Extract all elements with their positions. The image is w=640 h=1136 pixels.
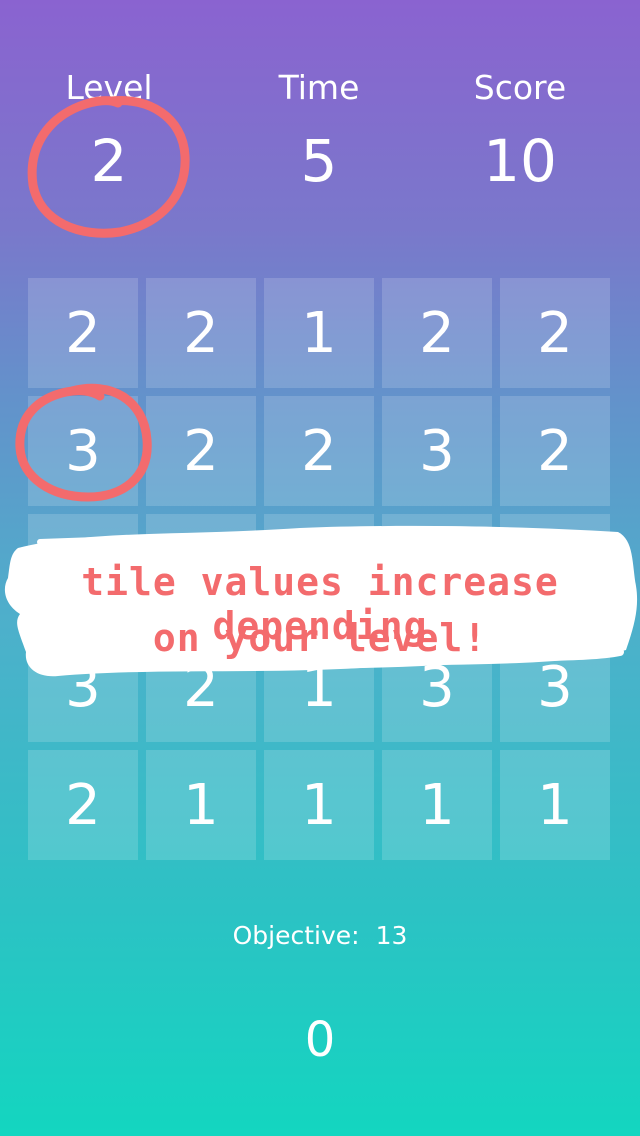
tile[interactable]: 3 — [28, 632, 138, 742]
tile[interactable] — [264, 514, 374, 624]
tile[interactable]: 2 — [146, 632, 256, 742]
game-screen: Level 2 Time 5 Score 10 2 2 1 2 2 3 2 2 … — [0, 0, 640, 1136]
score-stat: Score 10 — [420, 60, 620, 206]
tile[interactable] — [500, 514, 610, 624]
objective-label: Objective: — [232, 921, 360, 950]
level-stat: Level 2 — [9, 60, 209, 206]
tile[interactable]: 2 — [264, 396, 374, 506]
level-label: Level — [65, 68, 153, 107]
time-label: Time — [278, 68, 360, 107]
tile[interactable]: 1 — [264, 750, 374, 860]
objective-line: Objective: 13 — [0, 916, 640, 956]
tile[interactable]: 1 — [382, 750, 492, 860]
tile[interactable]: 2 — [382, 278, 492, 388]
tile[interactable] — [146, 514, 256, 624]
time-stat: Time 5 — [219, 60, 419, 206]
tile[interactable]: 3 — [28, 396, 138, 506]
tile[interactable]: 3 — [382, 396, 492, 506]
tile[interactable]: 2 — [500, 278, 610, 388]
tile[interactable]: 1 — [264, 632, 374, 742]
tile[interactable]: 2 — [500, 396, 610, 506]
level-value: 2 — [90, 127, 128, 195]
tile[interactable]: 1 — [264, 278, 374, 388]
tile[interactable]: 2 — [28, 278, 138, 388]
score-value: 10 — [483, 127, 557, 195]
tile[interactable]: 2 — [28, 750, 138, 860]
tile[interactable]: 3 — [500, 632, 610, 742]
tile[interactable] — [28, 514, 138, 624]
objective-value: 13 — [375, 921, 408, 950]
tile[interactable]: 2 — [146, 396, 256, 506]
tile[interactable] — [382, 514, 492, 624]
tile[interactable]: 2 — [146, 278, 256, 388]
tile[interactable]: 1 — [146, 750, 256, 860]
tile[interactable]: 1 — [500, 750, 610, 860]
time-value: 5 — [300, 127, 338, 195]
score-label: Score — [473, 68, 567, 107]
tile-board: 2 2 1 2 2 3 2 2 3 2 3 2 1 3 3 2 1 1 1 1 — [28, 278, 610, 860]
current-sum: 0 — [304, 1012, 336, 1068]
tile[interactable]: 3 — [382, 632, 492, 742]
